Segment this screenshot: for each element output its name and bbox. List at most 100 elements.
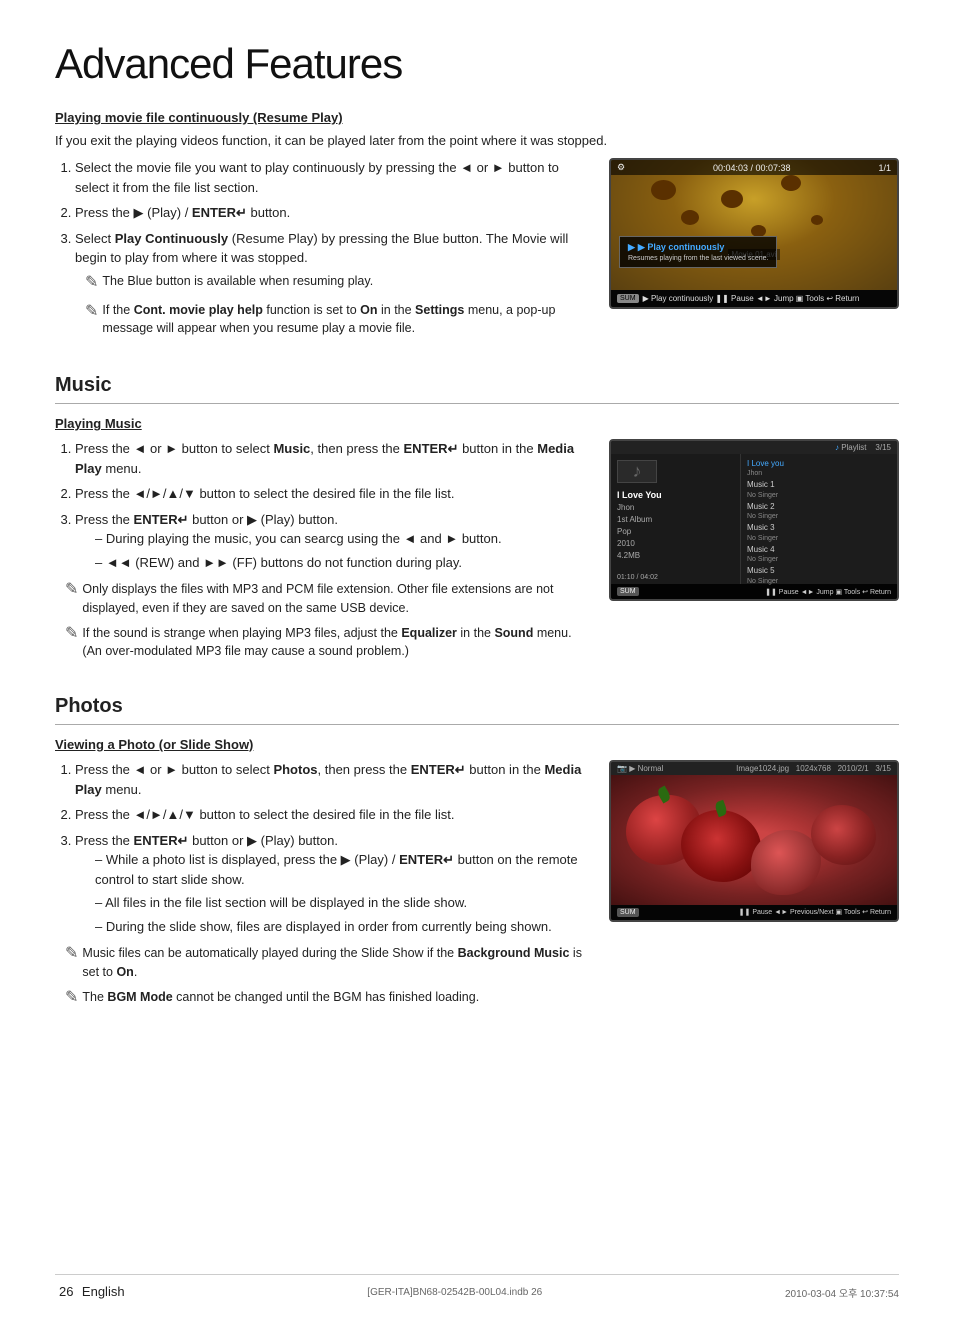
music-tv-screen: ♪ Playlist 3/15 ♪ I Love You Jhon 1st Al…	[609, 439, 899, 601]
photos-dash-1: While a photo list is displayed, press t…	[95, 850, 589, 889]
music-time: 01:10 / 04:02	[617, 574, 734, 581]
photos-step-2: Press the ◄/►/▲/▼ button to select the d…	[75, 805, 589, 825]
movie-section: Playing movie file continuously (Resume …	[55, 110, 899, 346]
music-top-bar: ♪ Playlist 3/15	[611, 441, 897, 454]
music-track-4: Music 4 No Singer	[747, 544, 891, 565]
music-track-1-sub: No Singer	[747, 491, 891, 500]
footer-date: 2010-03-04 오후 10:37:54	[785, 1285, 899, 1300]
movie-step-2: Press the ▶ (Play) / ENTER↵ button.	[75, 203, 589, 223]
movie-intro: If you exit the playing videos function,…	[55, 133, 899, 148]
music-album: 1st Album	[617, 515, 734, 524]
music-track-1: Music 1 No Singer	[747, 479, 891, 500]
movie-bottom-bar: SUM ▶ Play continuously ❚❚ Pause ◄► Jump…	[611, 290, 897, 307]
footer-file-info: [GER-ITA]BN68-02542B-00L04.indb 26	[367, 1287, 542, 1298]
apple-2	[681, 810, 761, 882]
photos-top-right: Image1024.jpg 1024x768 2010/2/1 3/15	[736, 764, 891, 773]
photos-bottom-bar: SUM ❚❚ Pause ◄► Previous/Next ▣ Tools ↩ …	[611, 905, 897, 920]
music-track-3-sub: No Singer	[747, 534, 891, 543]
movie-disc-icon: ⚙	[617, 162, 625, 173]
photos-resolution: 1024x768	[796, 764, 831, 773]
music-track-4-sub: No Singer	[747, 555, 891, 564]
page-number: 26 English	[55, 1283, 125, 1300]
giraffe-spot-1	[651, 180, 676, 200]
photos-section: Viewing a Photo (or Slide Show) Press th…	[55, 737, 899, 1013]
photos-text-col: Press the ◄ or ► button to select Photos…	[55, 760, 589, 1013]
movie-top-bar: ⚙ 00:04:03 / 00:07:38 1/1	[611, 160, 897, 175]
movie-steps: Select the movie file you want to play c…	[55, 158, 589, 338]
movie-note-2: If the Cont. movie play help function is…	[102, 301, 589, 339]
photos-note-icon-1: ✎	[65, 943, 78, 963]
page-number-block: 26 English	[55, 1283, 125, 1301]
photos-note-block-1: ✎ Music files can be automatically playe…	[55, 944, 589, 982]
music-note-block-1: ✎ Only displays the files with MP3 and P…	[55, 580, 589, 618]
photos-dash-list: While a photo list is displayed, press t…	[75, 850, 589, 936]
photos-step-3: Press the ENTER↵ button or ▶ (Play) butt…	[75, 831, 589, 937]
music-dash-2: ◄◄ (REW) and ►► (FF) buttons do not func…	[95, 553, 589, 573]
music-page: 3/15	[875, 443, 891, 452]
music-track-5-sub: No Singer	[747, 577, 891, 586]
photos-steps: Press the ◄ or ► button to select Photos…	[55, 760, 589, 936]
music-note-1: Only displays the files with MP3 and PCM…	[82, 580, 589, 618]
music-genre: Pop	[617, 527, 734, 536]
music-info-panel: ♪ I Love You Jhon 1st Album Pop 2010 4.2…	[611, 454, 741, 584]
music-track-0-name: I Love you	[747, 459, 891, 469]
music-dash-1: During playing the music, you can searcg…	[95, 529, 589, 549]
music-artist: Jhon	[617, 503, 734, 512]
photos-note-block-2: ✎ The BGM Mode cannot be changed until t…	[55, 988, 589, 1007]
photos-step-1: Press the ◄ or ► button to select Photos…	[75, 760, 589, 799]
music-playlist-panel: I Love you Jhon Music 1 No Singer Music …	[741, 454, 897, 584]
photos-screen-col: 📷 ▶ Normal Image1024.jpg 1024x768 2010/2…	[609, 760, 899, 922]
photos-tv-screen: 📷 ▶ Normal Image1024.jpg 1024x768 2010/2…	[609, 760, 899, 922]
music-track-2-sub: No Singer	[747, 512, 891, 521]
movie-subsection-title: Playing movie file continuously (Resume …	[55, 110, 899, 125]
photos-top-bar: 📷 ▶ Normal Image1024.jpg 1024x768 2010/2…	[611, 762, 897, 775]
photos-note-icon-2: ✎	[65, 987, 78, 1007]
page-title: Advanced Features	[55, 40, 899, 88]
photos-mode: ▶ Normal	[629, 764, 663, 773]
music-track-5: Music 5 No Singer	[747, 565, 891, 586]
photos-section-title: Photos	[55, 695, 899, 725]
music-playlist-label: Playlist	[841, 443, 866, 452]
music-note-icon-2: ✎	[65, 623, 78, 643]
music-section-title: Music	[55, 374, 899, 404]
music-step-1: Press the ◄ or ► button to select Music,…	[75, 439, 589, 478]
popup-desc: Resumes playing from the last viewed sce…	[628, 255, 768, 262]
movie-page: 1/1	[878, 163, 891, 173]
music-track-3-name: Music 3	[747, 523, 891, 533]
usb-badge-music: SUM	[617, 587, 639, 596]
photos-camera-icon: 📷	[617, 764, 629, 773]
music-controls: ❚❚ Pause ◄► Jump ▣ Tools ↩ Return	[765, 588, 891, 596]
movie-screen-col: ⚙ 00:04:03 / 00:07:38 1/1 Movie 01.avi ▶…	[609, 158, 899, 309]
music-track-4-name: Music 4	[747, 545, 891, 555]
giraffe-spot-3	[721, 190, 743, 208]
music-track-5-name: Music 5	[747, 566, 891, 576]
music-track-1-name: Music 1	[747, 480, 891, 490]
music-track-3: Music 3 No Singer	[747, 522, 891, 543]
movie-video-area: ⚙ 00:04:03 / 00:07:38 1/1 Movie 01.avi ▶…	[611, 160, 897, 290]
movie-step-3: Select Play Continuously (Resume Play) b…	[75, 229, 589, 339]
music-size: 4.2MB	[617, 551, 734, 560]
photos-note-1: Music files can be automatically played …	[82, 944, 589, 982]
movie-tv-screen: ⚙ 00:04:03 / 00:07:38 1/1 Movie 01.avi ▶…	[609, 158, 899, 309]
photos-dash-2: All files in the file list section will …	[95, 893, 589, 913]
photos-subsection-title: Viewing a Photo (or Slide Show)	[55, 737, 899, 752]
movie-timecode: 00:04:03 / 00:07:38	[713, 163, 791, 173]
giraffe-spot-6	[811, 215, 823, 225]
photos-note-2: The BGM Mode cannot be changed until the…	[82, 988, 479, 1007]
music-dash-list: During playing the music, you can searcg…	[75, 529, 589, 572]
usb-badge-photos: SUM	[617, 908, 639, 917]
giraffe-spot-2	[681, 210, 699, 225]
popup-title-text: ▶ ▶ Play continuously	[628, 242, 768, 253]
photos-filename: Image1024.jpg	[736, 764, 789, 773]
giraffe-background	[611, 160, 897, 290]
music-playlist-header: ♪ Playlist 3/15	[835, 443, 891, 452]
music-subsection-title: Playing Music	[55, 416, 899, 431]
music-track-2-name: Music 2	[747, 502, 891, 512]
music-track-0: I Love you Jhon	[747, 458, 891, 479]
music-content-area: ♪ I Love You Jhon 1st Album Pop 2010 4.2…	[611, 454, 897, 584]
apple-3	[751, 830, 821, 895]
music-track-2: Music 2 No Singer	[747, 501, 891, 522]
music-step-3: Press the ENTER↵ button or ▶ (Play) butt…	[75, 510, 589, 573]
music-note-block-2: ✎ If the sound is strange when playing M…	[55, 624, 589, 662]
photos-top-left: 📷 ▶ Normal	[617, 764, 663, 773]
